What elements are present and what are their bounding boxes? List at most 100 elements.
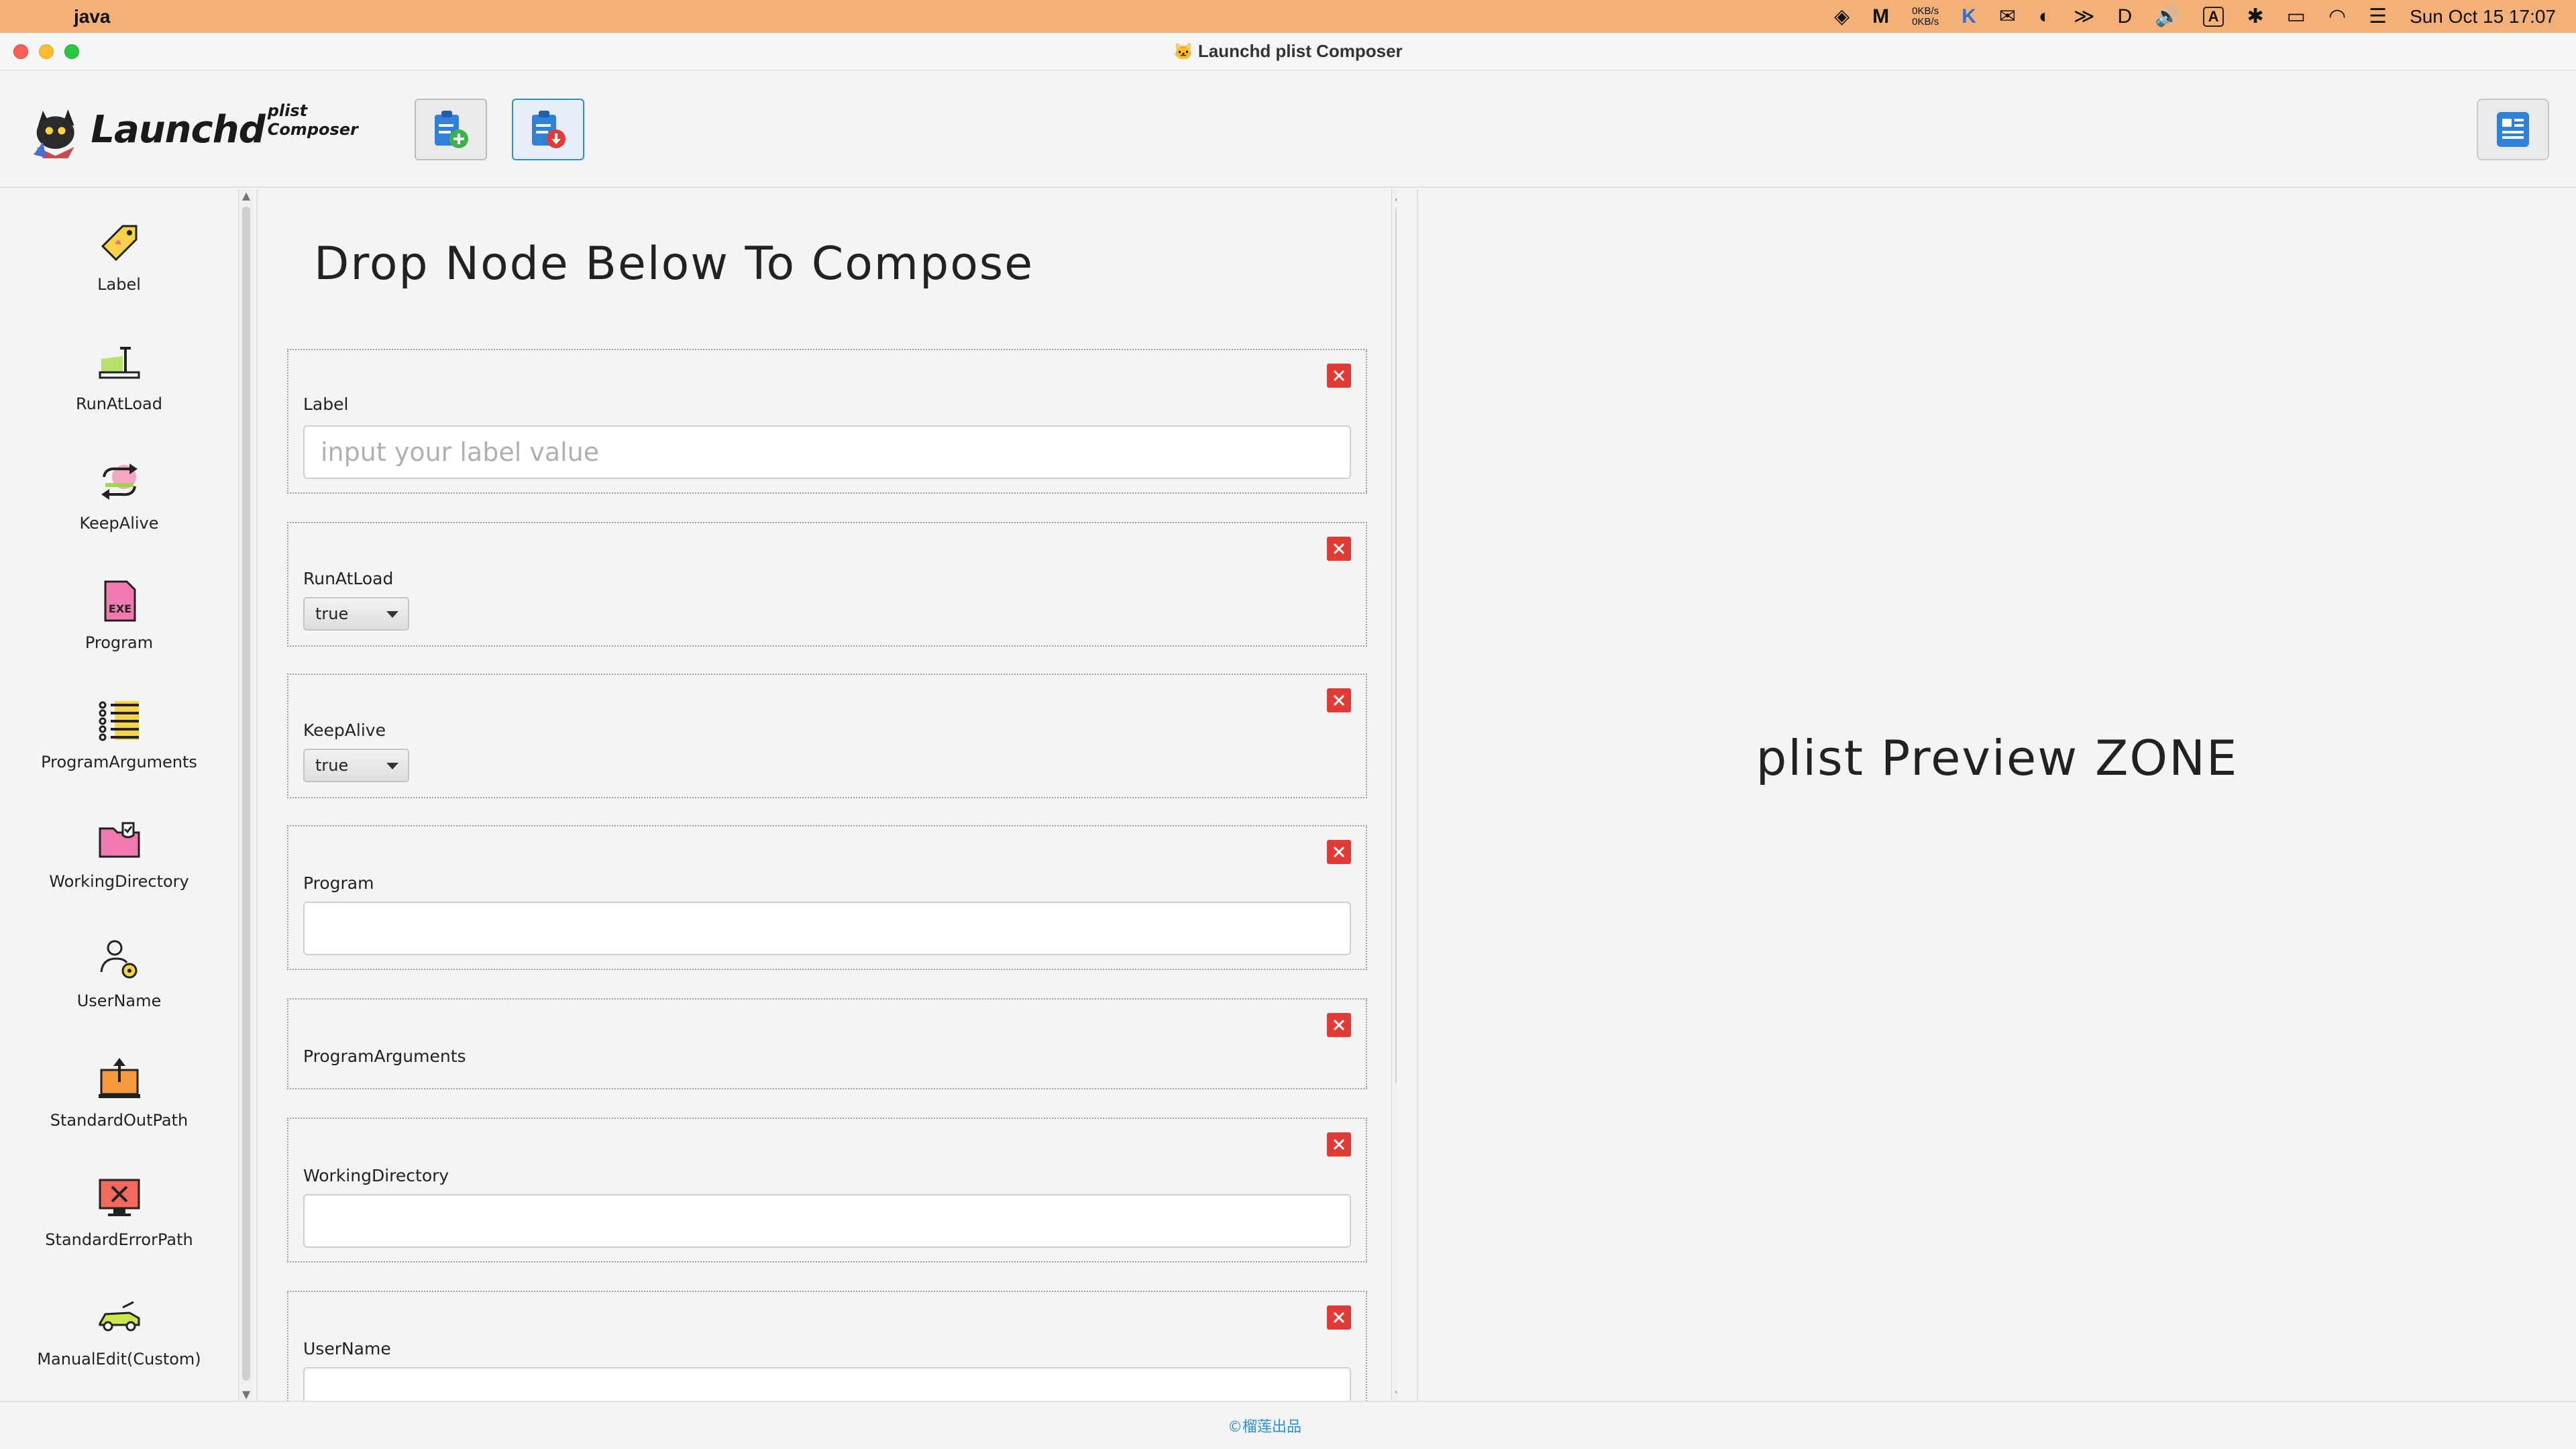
- palette-label: Label: [97, 275, 141, 294]
- node-programarguments[interactable]: ProgramArguments: [287, 998, 1367, 1089]
- input-source-badge[interactable]: A: [2202, 6, 2224, 27]
- title-cat-icon: 🐱: [1173, 43, 1198, 61]
- node-label[interactable]: Label input your label value: [287, 349, 1367, 494]
- loop-arrows-icon: [93, 455, 146, 508]
- gmail-icon[interactable]: M: [1872, 6, 1889, 27]
- logo-subtitle: plist Composer: [267, 101, 358, 139]
- new-plist-button[interactable]: [415, 99, 487, 160]
- custom-car-icon: [93, 1291, 146, 1344]
- wechat-icon[interactable]: ✉: [1999, 6, 2016, 27]
- network-speed[interactable]: 0KB/s 0KB/s: [1912, 5, 1939, 28]
- close-icon: [1333, 1019, 1345, 1031]
- activity-icon[interactable]: ◐: [2039, 6, 2051, 27]
- clock[interactable]: Sun Oct 15 17:07: [2410, 6, 2556, 28]
- net-down: 0KB/s: [1912, 15, 1939, 28]
- exe-file-icon: EXE: [93, 574, 146, 628]
- node-title: Program: [303, 873, 374, 893]
- volume-icon[interactable]: 🔊: [2155, 6, 2180, 27]
- workingdirectory-input[interactable]: [303, 1194, 1351, 1248]
- scroll-down-arrow-icon[interactable]: ▼: [1392, 1388, 1397, 1401]
- toggle-preview-button[interactable]: [2477, 99, 2549, 160]
- delete-node-button[interactable]: [1327, 840, 1351, 864]
- close-icon: [1333, 370, 1345, 382]
- preview-placeholder-text: plist Preview ZONE: [1756, 730, 2239, 786]
- copyright-text: ©榴莲出品: [1227, 1419, 1301, 1436]
- program-input[interactable]: [303, 902, 1351, 955]
- close-icon: [1333, 694, 1345, 706]
- compose-scroll-thumb[interactable]: [1395, 207, 1397, 1085]
- palette-item-username[interactable]: UserName: [0, 906, 238, 1020]
- palette-label: StandardOutPath: [50, 1111, 189, 1130]
- node-username[interactable]: UserName: [287, 1291, 1367, 1401]
- node-title: ProgramArguments: [303, 1046, 466, 1066]
- close-icon: [1333, 543, 1345, 555]
- app-menu-name[interactable]: java: [74, 6, 111, 28]
- d-app-icon[interactable]: D: [2118, 6, 2133, 27]
- sidebar-scroll-thumb[interactable]: [242, 207, 250, 1381]
- node-workingdirectory[interactable]: WorkingDirectory: [287, 1118, 1367, 1263]
- palette-label: WorkingDirectory: [49, 872, 189, 891]
- close-icon: [1333, 1138, 1345, 1150]
- node-program[interactable]: Program: [287, 825, 1367, 970]
- delete-node-button[interactable]: [1327, 364, 1351, 388]
- window-title-bar: 🐱 Launchd plist Composer: [0, 33, 2576, 70]
- delete-node-button[interactable]: [1327, 1132, 1351, 1157]
- username-input[interactable]: [303, 1367, 1351, 1401]
- keepalive-select[interactable]: true: [303, 749, 409, 782]
- compose-scrollbar[interactable]: ▲ ▼: [1391, 189, 1397, 1401]
- runatload-select[interactable]: true: [303, 597, 409, 631]
- node-title: KeepAlive: [303, 720, 386, 740]
- wing-icon[interactable]: ≫: [2074, 6, 2094, 27]
- wifi-icon[interactable]: ◠: [2328, 6, 2346, 27]
- system-menu-bar: java ◈ M 0KB/s 0KB/s K ✉ ◐ ≫ D 🔊 A ✱ ▭ ◠…: [0, 0, 2576, 33]
- palette-item-workingdirectory[interactable]: WorkingDirectory: [0, 786, 238, 900]
- scroll-up-arrow-icon[interactable]: ▲: [239, 189, 254, 202]
- palette-label: StandardErrorPath: [45, 1230, 193, 1249]
- scroll-down-arrow-icon[interactable]: ▼: [239, 1388, 254, 1401]
- list-icon: [93, 694, 146, 747]
- document-list-icon: [2497, 112, 2529, 147]
- close-icon: [1333, 1311, 1345, 1324]
- palette-item-standardoutpath[interactable]: StandardOutPath: [0, 1025, 238, 1139]
- node-runatload[interactable]: RunAtLoad true: [287, 522, 1367, 647]
- scroll-up-arrow-icon[interactable]: ▲: [1392, 189, 1397, 202]
- chevron-down-icon: [386, 611, 398, 618]
- app-logo: Launchd plist Composer: [24, 96, 400, 163]
- delete-node-button[interactable]: [1327, 688, 1351, 712]
- palette-item-standarderrorpath[interactable]: StandardErrorPath: [0, 1144, 238, 1258]
- palette-label: UserName: [76, 991, 162, 1010]
- node-title: WorkingDirectory: [303, 1166, 449, 1185]
- palette-label: ProgramArguments: [41, 753, 197, 771]
- error-monitor-icon: [93, 1171, 146, 1225]
- delete-node-button[interactable]: [1327, 1305, 1351, 1330]
- plist-preview-zone: plist Preview ZONE: [1417, 189, 2576, 1401]
- palette-label: RunAtLoad: [76, 394, 162, 413]
- delete-node-button[interactable]: [1327, 537, 1351, 561]
- clipboard-download-icon: [532, 111, 566, 148]
- export-plist-button[interactable]: [512, 99, 584, 160]
- palette-item-programarguments[interactable]: ProgramArguments: [0, 667, 238, 781]
- bluetooth-icon[interactable]: ✱: [2247, 6, 2263, 27]
- palette-item-label[interactable]: Label: [0, 189, 238, 303]
- palette-item-manualedit[interactable]: ManualEdit(Custom): [0, 1264, 238, 1378]
- folder-check-icon: [93, 813, 146, 867]
- delete-node-button[interactable]: [1327, 1013, 1351, 1037]
- svg-text:EXE: EXE: [108, 602, 131, 615]
- palette-label: Program: [85, 633, 154, 652]
- status-footer: ©榴莲出品: [0, 1401, 2576, 1449]
- palette-item-program[interactable]: EXE Program: [0, 547, 238, 661]
- net-up: 0KB/s: [1912, 5, 1939, 17]
- palette-item-keepalive[interactable]: KeepAlive: [0, 428, 238, 542]
- output-box-icon: [93, 1052, 146, 1106]
- control-center-icon[interactable]: ☰: [2369, 6, 2387, 27]
- node-palette-sidebar: Label RunAtLoad KeepAlive EXE Program Pr…: [0, 189, 254, 1401]
- palette-item-runatload[interactable]: RunAtLoad: [0, 309, 238, 423]
- label-input[interactable]: input your label value: [303, 425, 1351, 479]
- battery-icon[interactable]: ▭: [2287, 6, 2306, 27]
- k-app-icon[interactable]: K: [1962, 6, 1976, 27]
- node-keepalive[interactable]: KeepAlive true: [287, 674, 1367, 798]
- node-title: Label: [303, 394, 349, 414]
- shortcut-icon[interactable]: ◈: [1834, 6, 1849, 27]
- palette-label: KeepAlive: [79, 514, 159, 533]
- sidebar-scrollbar[interactable]: ▲ ▼: [238, 189, 253, 1401]
